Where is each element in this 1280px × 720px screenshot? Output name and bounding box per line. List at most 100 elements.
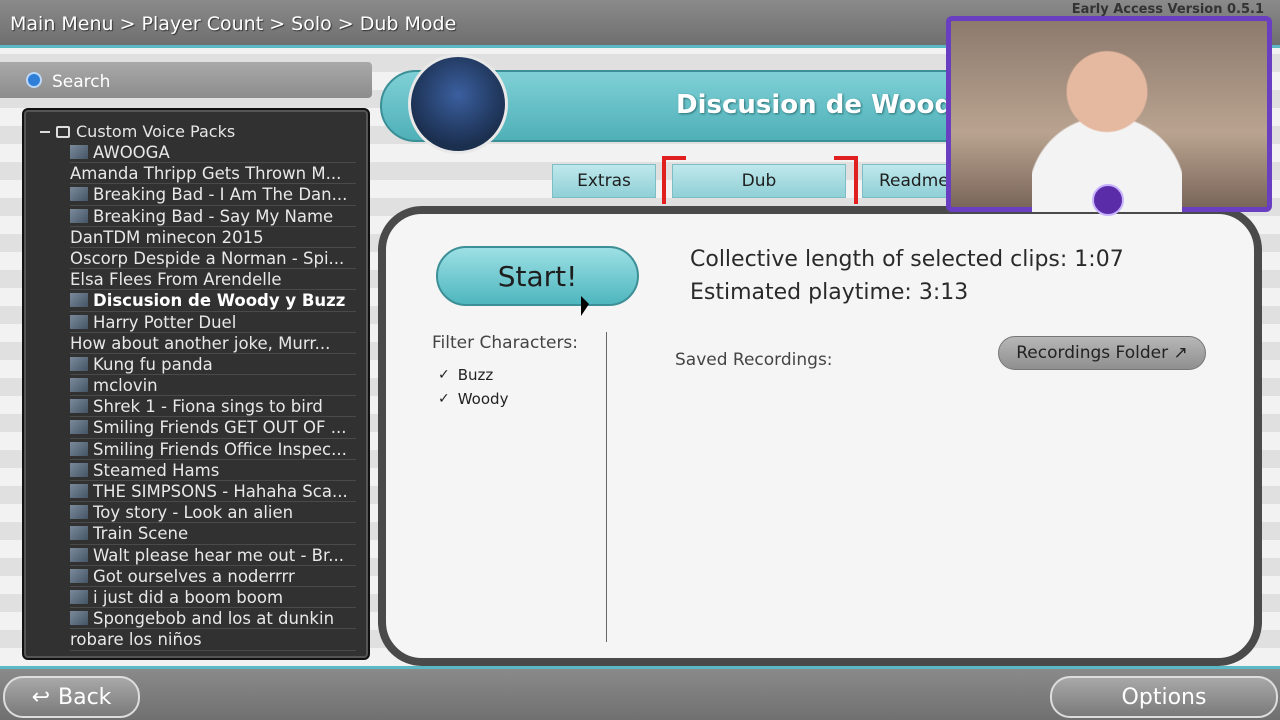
tree-item[interactable]: Toy story - Look an alien: [66, 502, 362, 524]
start-button-label: Start!: [497, 259, 578, 293]
filter-woody-label: Woody: [457, 390, 509, 408]
breadcrumb: Main Menu > Player Count > Solo > Dub Mo…: [10, 13, 457, 35]
filter-buzz[interactable]: ✓ Buzz: [438, 366, 493, 384]
voice-pack-thumb-icon: [70, 208, 88, 223]
voice-pack-thumb-icon: [70, 378, 88, 393]
voice-pack-thumb-icon: [70, 462, 88, 477]
filter-buzz-label: Buzz: [457, 366, 494, 384]
collapse-icon[interactable]: [40, 130, 50, 133]
start-button[interactable]: Start!: [436, 246, 639, 306]
voice-pack-thumb-icon: [70, 547, 88, 562]
tree-item-label: Discusion de Woody y Buzz: [93, 291, 346, 311]
saved-recordings-label: Saved Recordings:: [675, 350, 833, 370]
tree-item-label: Kung fu panda: [93, 354, 213, 374]
tree-item-label: AWOOGA: [93, 143, 170, 162]
tree-item[interactable]: Kung fu panda: [66, 354, 362, 376]
tree-item[interactable]: Smiling Friends Office Inspec...: [66, 439, 362, 460]
filter-woody[interactable]: ✓ Woody: [438, 390, 508, 408]
back-arrow-icon: ↩: [31, 684, 50, 710]
tree-item[interactable]: Breaking Bad - Say My Name: [66, 206, 362, 227]
tree-item-label: THE SIMPSONS - Hahaha Sca...: [93, 482, 348, 501]
page-title: Discusion de Woody: [676, 90, 971, 120]
tree-item-label: Train Scene: [93, 524, 189, 544]
tree-item[interactable]: Amanda Thripp Gets Thrown M...: [66, 163, 362, 185]
tree-item-label: Breaking Bad - I Am The Dan...: [93, 185, 348, 205]
tree-item-label: Elsa Flees From Arendelle: [70, 270, 282, 290]
tree-item-label: Smiling Friends Office Inspec...: [93, 439, 347, 459]
tree-item-label: i just did a boom boom: [93, 587, 284, 607]
streamer-logo-icon: [1092, 184, 1124, 216]
voice-pack-thumb-icon: [70, 611, 88, 626]
tree-item[interactable]: AWOOGA: [66, 142, 362, 164]
tree-item-label: Amanda Thripp Gets Thrown M...: [70, 164, 342, 184]
tree-item-selected[interactable]: Discusion de Woody y Buzz: [66, 290, 362, 312]
back-button-label: Back: [58, 684, 112, 710]
voice-pack-thumb-icon: [70, 441, 88, 456]
tab-extras[interactable]: Extras: [552, 164, 656, 198]
tree-item-label: Got ourselves a noderrrr: [93, 566, 295, 586]
tree-item-divider: [70, 649, 356, 651]
tree-item-label: Walt please hear me out - Br...: [93, 545, 344, 565]
voice-pack-thumb-icon: [70, 589, 88, 604]
tree-item-label: Harry Potter Duel: [93, 312, 237, 332]
tree-item[interactable]: Steamed Hams: [66, 460, 362, 481]
tree-item[interactable]: Train Scene: [66, 523, 362, 545]
tree-item[interactable]: Got ourselves a noderrrr: [66, 566, 362, 587]
tree-item-label: Steamed Hams: [93, 460, 220, 480]
tree-item[interactable]: Breaking Bad - I Am The Dan...: [66, 184, 362, 206]
tree-root-label: Custom Voice Packs: [76, 122, 236, 141]
tree-item-label: Breaking Bad - Say My Name: [93, 206, 334, 226]
recordings-folder-button[interactable]: Recordings Folder ↗: [998, 336, 1206, 370]
voice-pack-thumb-icon: [70, 187, 88, 202]
mouse-cursor-icon: [581, 296, 589, 316]
version-label: Early Access Version 0.5.1: [1071, 2, 1264, 17]
tree-item-label: DanTDM minecon 2015: [70, 227, 264, 247]
checkmark-icon: ✓: [438, 367, 450, 383]
voice-pack-thumb-icon: [70, 314, 88, 329]
tree-root-custom-voice-packs[interactable]: Custom Voice Packs: [40, 122, 235, 141]
back-button[interactable]: ↩ Back: [3, 676, 140, 718]
tree-item[interactable]: DanTDM minecon 2015: [66, 227, 362, 248]
tree-item[interactable]: Walt please hear me out - Br...: [66, 545, 362, 566]
collective-length: Collective length of selected clips: 1:0…: [690, 247, 1124, 272]
options-button[interactable]: Options: [1050, 676, 1278, 718]
tree-item-label: Toy story - Look an alien: [93, 503, 294, 523]
voice-pack-thumb-icon: [70, 293, 88, 308]
options-button-label: Options: [1121, 684, 1207, 710]
tree-item[interactable]: Spongebob and los at dunkin: [66, 608, 362, 630]
tree-item-label: mclovin: [93, 376, 158, 396]
estimated-playtime: Estimated playtime: 3:13: [690, 280, 969, 305]
voice-pack-thumb-icon: [70, 399, 88, 414]
recordings-folder-label: Recordings Folder ↗: [1016, 343, 1188, 363]
tree-item[interactable]: How about another joke, Murr...: [66, 333, 362, 354]
voice-pack-thumb-icon: [70, 484, 88, 498]
tree-item[interactable]: mclovin: [66, 375, 362, 397]
tree-item[interactable]: THE SIMPSONS - Hahaha Sca...: [66, 481, 362, 503]
tree-item[interactable]: Elsa Flees From Arendelle: [66, 269, 362, 291]
voice-pack-thumb-icon: [70, 356, 88, 371]
tree-item-label: Smiling Friends GET OUT OF ...: [93, 418, 347, 438]
voice-pack-thumb-icon: [70, 568, 88, 583]
checkmark-icon: ✓: [438, 391, 450, 407]
tree-item[interactable]: i just did a boom boom: [66, 587, 362, 609]
tree-item-label: robare los niños: [70, 630, 202, 650]
tree-item[interactable]: Shrek 1 - Fiona sings to bird: [66, 396, 362, 418]
tab-readme-label: Readme: [879, 171, 949, 191]
search-icon: [26, 72, 42, 88]
tree-item-label: Oscorp Despide a Norman - Spi...: [70, 248, 345, 268]
tab-extras-label: Extras: [577, 171, 631, 191]
filter-divider: [606, 332, 607, 642]
voice-pack-thumbnail: [408, 54, 508, 154]
voice-pack-list: AWOOGA Amanda Thripp Gets Thrown M... Brea…: [66, 142, 362, 651]
tree-item-label: Spongebob and los at dunkin: [93, 609, 335, 629]
tree-item[interactable]: Harry Potter Duel: [66, 312, 362, 333]
folder-icon: [56, 125, 70, 138]
voice-pack-thumb-icon: [70, 526, 88, 541]
tree-item[interactable]: Oscorp Despide a Norman - Spi...: [66, 248, 362, 270]
selected-tab-indicator: [662, 156, 858, 204]
tree-item[interactable]: robare los niños: [66, 629, 362, 651]
tree-item-label: Shrek 1 - Fiona sings to bird: [93, 397, 323, 417]
tree-item-label: How about another joke, Murr...: [70, 333, 331, 353]
tree-item[interactable]: Smiling Friends GET OUT OF ...: [66, 417, 362, 439]
search-label: Search: [52, 72, 111, 92]
